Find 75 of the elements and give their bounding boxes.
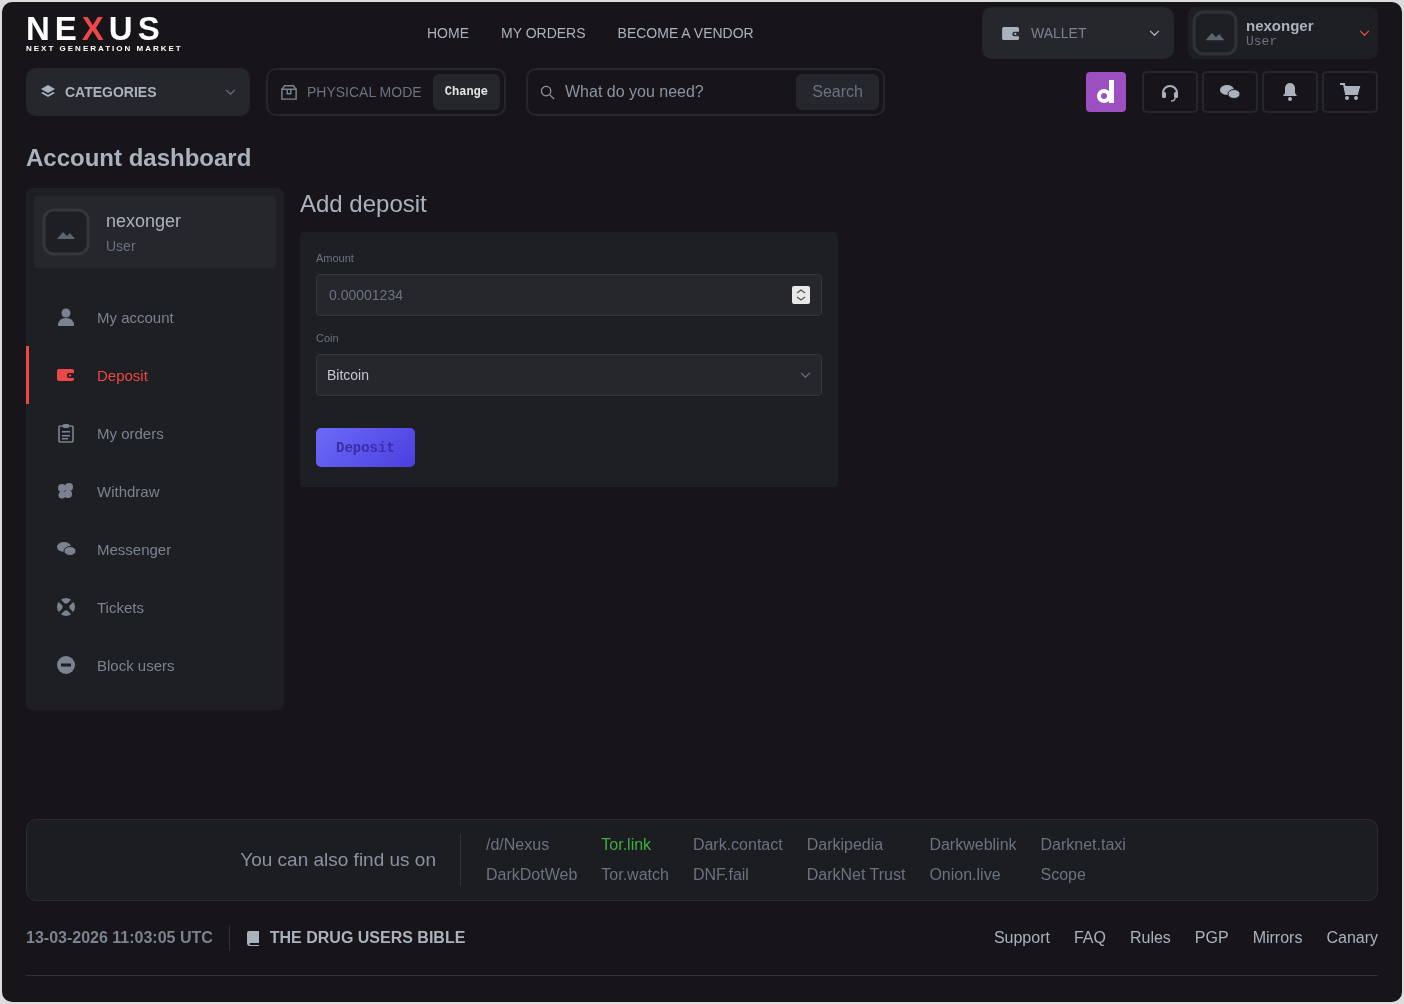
mirror-link[interactable]: /d/Nexus bbox=[486, 836, 578, 854]
mirrors-heading: You can also find us on bbox=[27, 834, 461, 886]
search-icon bbox=[540, 84, 555, 100]
footer-link[interactable]: Support bbox=[993, 929, 1050, 947]
nav-link[interactable]: BECOME A VENDOR bbox=[617, 25, 754, 41]
footer-link[interactable]: PGP bbox=[1194, 929, 1229, 947]
sidebar-item[interactable]: Deposit bbox=[26, 346, 276, 404]
user-name: nexonger bbox=[1246, 17, 1315, 34]
sidebar-item[interactable]: My account bbox=[26, 288, 276, 346]
sidebar-item[interactable]: Tickets bbox=[26, 578, 276, 636]
box-icon bbox=[280, 84, 298, 100]
nav-link[interactable]: HOME bbox=[427, 25, 469, 41]
mirror-link[interactable]: Darkipedia bbox=[806, 836, 906, 854]
bell-icon bbox=[1281, 82, 1299, 102]
clipboard-icon bbox=[56, 423, 76, 443]
layers-icon bbox=[40, 84, 56, 100]
chevron-icon bbox=[1149, 29, 1160, 37]
notifications-button[interactable] bbox=[1262, 71, 1318, 113]
search-button[interactable]: Search bbox=[796, 74, 879, 110]
sidebar-item[interactable]: Messenger bbox=[26, 520, 276, 578]
footer-link[interactable]: Rules bbox=[1129, 929, 1171, 947]
footer-link[interactable]: Canary bbox=[1326, 929, 1378, 947]
field-label: Coin bbox=[316, 332, 339, 344]
avatar-icon bbox=[1192, 10, 1238, 56]
user-role: User bbox=[1246, 34, 1279, 49]
cart-button[interactable] bbox=[1322, 71, 1378, 113]
avatar-icon bbox=[42, 208, 90, 256]
chat-icon bbox=[1219, 83, 1241, 101]
chevron-icon bbox=[1359, 29, 1370, 37]
change-button[interactable]: Change bbox=[432, 74, 500, 110]
field-label: Amount bbox=[316, 252, 354, 264]
wallet-button[interactable]: WALLET bbox=[982, 7, 1174, 59]
section-title: Add deposit bbox=[300, 190, 428, 218]
amount-field[interactable]: 0.00001234 bbox=[316, 274, 822, 316]
sidebar-item[interactable]: Block users bbox=[26, 636, 276, 694]
chat-icon bbox=[56, 539, 76, 559]
minus-circle-icon bbox=[56, 655, 76, 675]
book-icon bbox=[245, 930, 260, 946]
coin-select[interactable]: Bitcoin bbox=[316, 354, 822, 396]
person-icon bbox=[56, 307, 76, 327]
user-name: nexonger bbox=[106, 210, 183, 232]
timestamp: 13-03-2026 11:03:05 UTC bbox=[26, 925, 230, 951]
mirror-link[interactable]: DNF.fail bbox=[692, 866, 783, 884]
mirror-link[interactable]: Tor.link bbox=[601, 836, 669, 854]
search-field[interactable]: What do you need? Search bbox=[526, 68, 885, 116]
mirror-link[interactable]: Darknet.taxi bbox=[1040, 836, 1126, 854]
mirror-link[interactable]: Scope bbox=[1040, 866, 1126, 884]
mirror-link[interactable]: Onion.live bbox=[929, 866, 1017, 884]
sidebar-item[interactable]: Withdraw bbox=[26, 462, 276, 520]
chat-button[interactable] bbox=[1202, 71, 1258, 113]
support-button[interactable] bbox=[1142, 71, 1198, 113]
wallet-icon bbox=[1002, 25, 1021, 41]
bible-link[interactable]: THE DRUG USERS BIBLE bbox=[245, 929, 466, 947]
mirror-link[interactable]: DarkNet Trust bbox=[806, 866, 906, 884]
sidebar-item[interactable]: My orders bbox=[26, 404, 276, 462]
mode-label: PHYSICAL MODE bbox=[307, 84, 423, 100]
nav-link[interactable]: MY ORDERS bbox=[501, 25, 586, 41]
footer-link[interactable]: FAQ bbox=[1073, 929, 1106, 947]
categories-dropdown[interactable]: CATEGORIES bbox=[26, 68, 250, 116]
mirror-link[interactable]: Dark.contact bbox=[692, 836, 783, 854]
user-menu[interactable]: nexonger User bbox=[1188, 7, 1378, 59]
chevron-icon bbox=[800, 371, 811, 379]
cart-icon bbox=[1339, 82, 1361, 102]
user-role: User bbox=[106, 237, 137, 254]
footer-link[interactable]: Mirrors bbox=[1252, 929, 1303, 947]
mirror-link[interactable]: Darkweblink bbox=[929, 836, 1017, 854]
page-title: Account dashboard bbox=[26, 144, 253, 172]
logo[interactable]: NEX US NEXT GENERATION MARKET bbox=[26, 13, 406, 53]
headset-icon bbox=[1160, 82, 1180, 102]
mirror-link[interactable]: Tor.watch bbox=[601, 866, 669, 884]
lifebuoy-icon bbox=[56, 597, 76, 617]
mirror-link[interactable]: DarkDotWeb bbox=[486, 866, 578, 884]
chevron-icon bbox=[225, 88, 236, 96]
app-icon[interactable] bbox=[1086, 72, 1126, 112]
spinner-icon bbox=[792, 286, 810, 304]
